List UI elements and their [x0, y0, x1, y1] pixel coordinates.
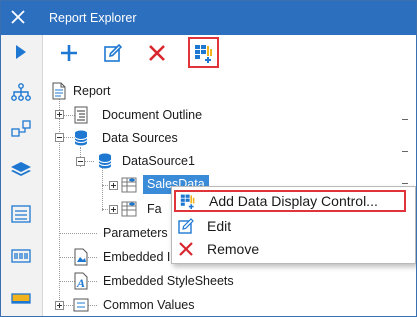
context-menu: Add Data Display Control... Edit Remove — [171, 186, 416, 264]
tree-node-label: Common Values — [103, 298, 195, 312]
title-bar: Report Explorer — [1, 1, 416, 35]
panel-icon[interactable] — [9, 287, 33, 309]
hierarchy-icon[interactable] — [9, 81, 33, 103]
dataset-icon — [121, 176, 137, 194]
menu-item-label: Add Data Display Control... — [209, 193, 378, 209]
menu-item-remove[interactable]: Remove — [172, 238, 415, 260]
menu-item-add-data-display-control[interactable]: Add Data Display Control... — [174, 190, 406, 212]
delete-icon — [149, 45, 165, 61]
database-icon — [73, 129, 89, 147]
window-title: Report Explorer — [49, 11, 137, 25]
plus-icon — [61, 45, 77, 61]
edit-button[interactable] — [100, 40, 126, 66]
tree-node-label: DataSource1 — [122, 154, 195, 168]
tree-node-label: Data Sources — [102, 131, 178, 145]
add-button[interactable] — [56, 40, 82, 66]
tree-node-label: Fa — [147, 202, 162, 216]
expand-toggle[interactable] — [55, 110, 64, 119]
report-icon — [51, 82, 67, 100]
menu-item-edit[interactable]: Edit — [172, 215, 415, 237]
document-outline-icon — [73, 106, 89, 124]
collapse-toggle[interactable] — [55, 133, 64, 142]
tree-node-label: Parameters — [103, 226, 168, 240]
collapse-toggle[interactable] — [76, 157, 85, 166]
svg-text:A: A — [76, 276, 85, 290]
toolbar — [43, 35, 416, 71]
add-data-display-control-button[interactable] — [188, 37, 219, 68]
sidebar — [1, 35, 43, 316]
run-icon[interactable] — [9, 41, 33, 63]
expand-toggle[interactable] — [109, 205, 118, 214]
menu-item-label: Remove — [207, 241, 260, 257]
tree-node-label: Document Outline — [102, 108, 203, 122]
barcode-icon[interactable] — [9, 245, 33, 267]
form-icon[interactable] — [9, 203, 33, 225]
group-layout-icon[interactable] — [9, 119, 33, 141]
expand-toggle[interactable] — [55, 301, 64, 310]
database-icon — [97, 152, 113, 170]
dataset-icon — [121, 200, 137, 218]
common-values-icon — [73, 296, 89, 314]
menu-item-label: Edit — [207, 218, 232, 234]
close-icon[interactable] — [10, 9, 26, 25]
x-icon — [178, 241, 194, 257]
tree-node-label: Report — [73, 84, 111, 98]
add-data-display-control-icon — [195, 45, 212, 63]
expand-toggle[interactable] — [109, 181, 118, 190]
stylesheet-icon: A — [73, 272, 89, 290]
delete-button[interactable] — [144, 40, 170, 66]
image-icon — [73, 248, 89, 266]
add-data-display-control-icon — [180, 193, 196, 209]
tree-node-label: Embedded StyleSheets — [103, 274, 234, 288]
pencil-icon — [178, 218, 194, 234]
report-explorer-window: Report Explorer Report Document Outline … — [0, 0, 417, 317]
layers-icon[interactable] — [9, 159, 33, 181]
edit-icon — [104, 44, 122, 62]
